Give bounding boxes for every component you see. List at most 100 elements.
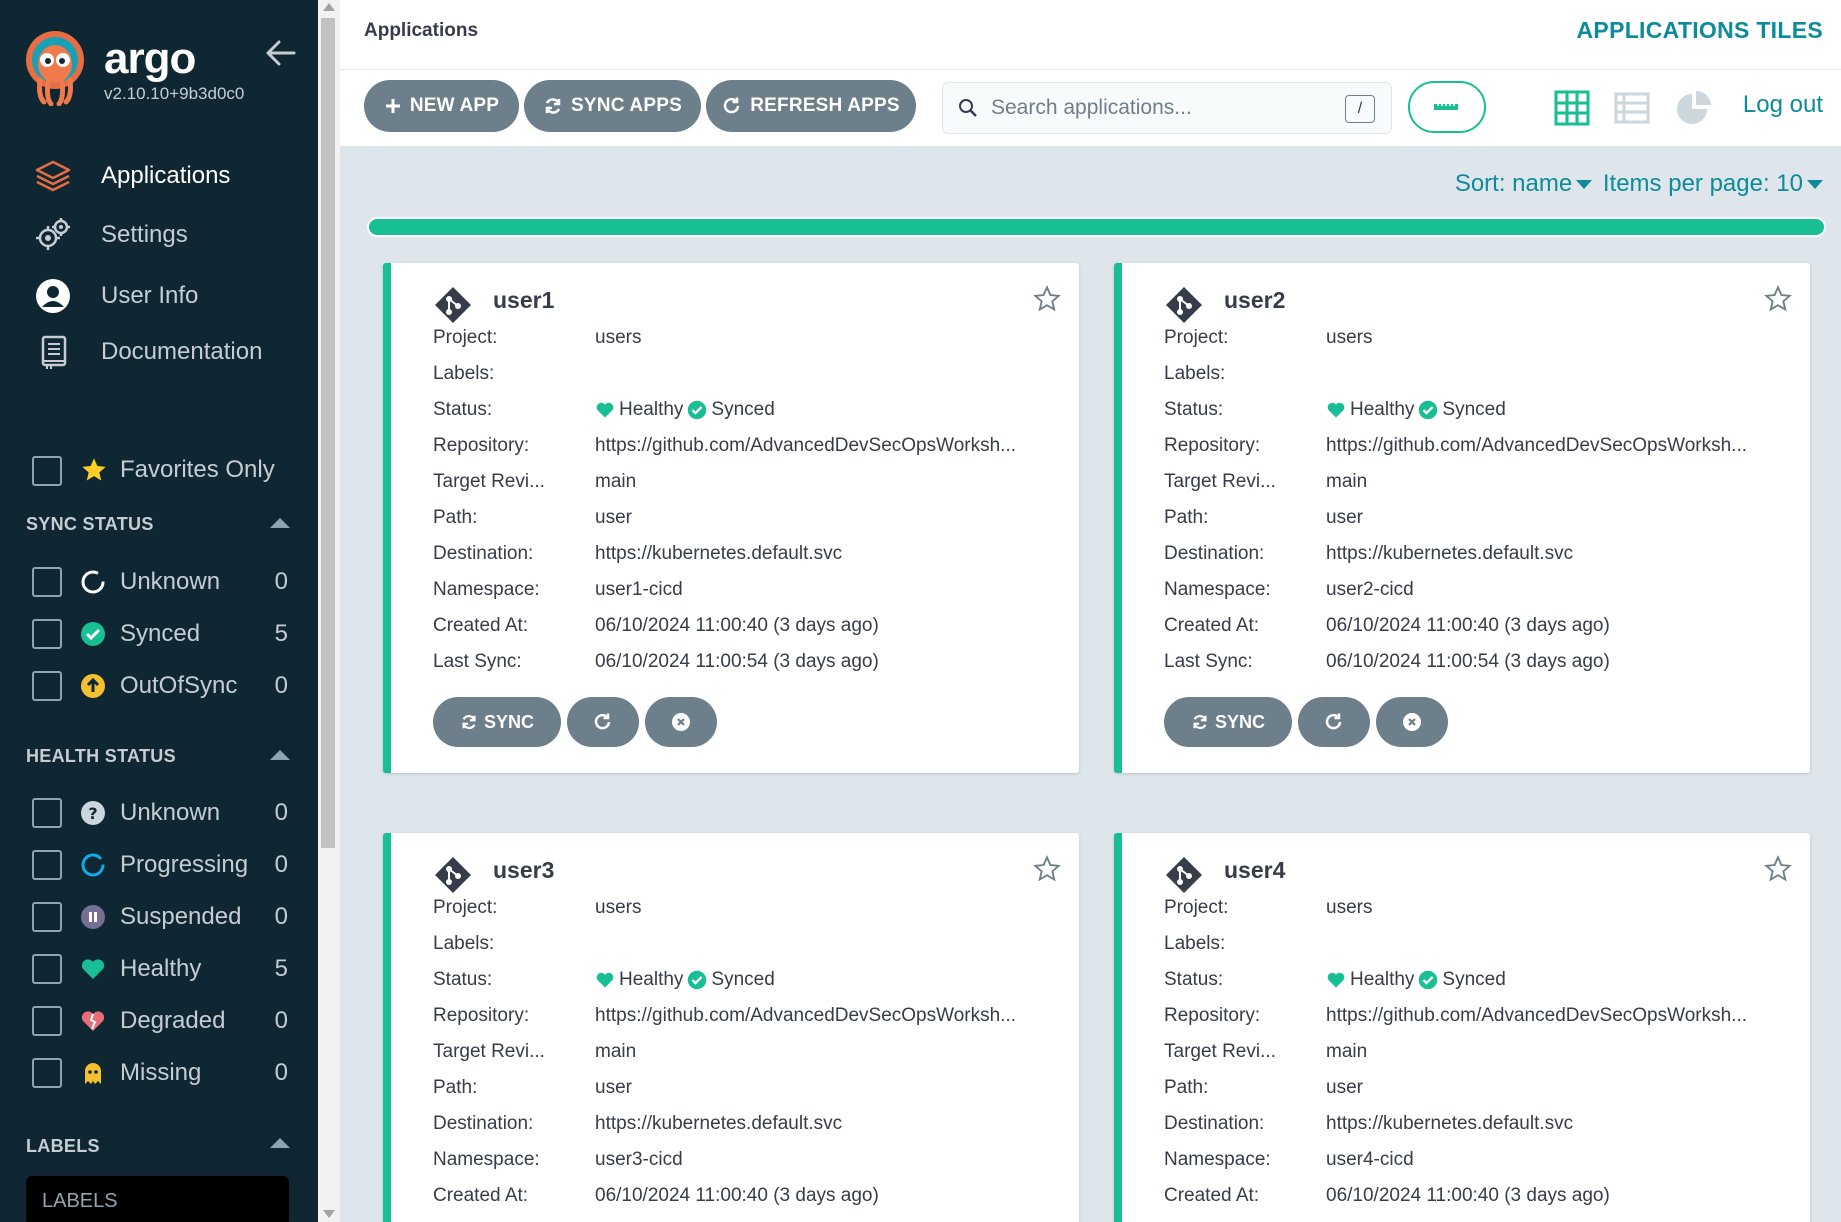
app-name[interactable]: user2 (1224, 287, 1285, 314)
app-card-user3[interactable]: user3 Project: users Labels: Status: Healthy S… (383, 833, 1079, 1222)
labels-filter-input[interactable]: LABELS (26, 1176, 289, 1222)
field-value: users (595, 897, 642, 918)
filter-checkbox[interactable] (32, 1058, 62, 1088)
favorites-only-filter[interactable]: Favorites Only (32, 454, 302, 486)
refresh-button[interactable] (1298, 697, 1370, 747)
filter-checkbox[interactable] (32, 619, 62, 649)
app-card-user1[interactable]: user1 Project: users Labels: Status: Healthy S… (383, 263, 1079, 773)
field-value: user3-cicd (595, 1149, 683, 1170)
scrollbar-thumb[interactable] (321, 18, 335, 848)
check-circle-icon (81, 622, 105, 646)
health-status-title: HEALTH STATUS (26, 746, 176, 766)
filter-checkbox[interactable] (32, 798, 62, 828)
filter-count: 0 (274, 903, 288, 930)
refresh-icon (724, 97, 740, 114)
new-app-button[interactable]: NEW APP (364, 80, 519, 132)
sync-status-text: Synced (711, 399, 775, 420)
sync-apps-label: SYNC APPS (571, 95, 682, 116)
search-applications[interactable]: Search applications... / (942, 82, 1392, 134)
filter-checkbox[interactable] (32, 850, 62, 880)
filter-checkbox[interactable] (32, 954, 62, 984)
search-input[interactable]: Search applications... (991, 96, 1192, 120)
field-value: main (1326, 1041, 1368, 1062)
chevron-down-icon (1576, 180, 1593, 190)
nav-documentation[interactable]: Documentation (0, 324, 318, 380)
scroll-down-arrow-icon[interactable] (323, 1210, 335, 1218)
list-view-icon[interactable] (1612, 88, 1652, 128)
field-label: Project: (1164, 327, 1229, 348)
field-label: Path: (1164, 507, 1209, 528)
filter-checkbox[interactable] (32, 671, 62, 701)
favorites-checkbox[interactable] (32, 456, 62, 486)
filter-sync-outofsync[interactable]: OutOfSync 0 (32, 669, 288, 703)
labels-collapse-icon[interactable] (270, 1138, 290, 1148)
refresh-apps-button[interactable]: REFRESH APPS (706, 80, 916, 132)
refresh-button[interactable] (567, 697, 639, 747)
sync-apps-button[interactable]: SYNC APPS (524, 80, 701, 132)
filter-health-healthy[interactable]: Healthy 5 (32, 952, 288, 986)
favorite-star-icon[interactable] (1764, 855, 1792, 883)
field-value: main (1326, 471, 1368, 492)
argo-octopus-logo-icon[interactable] (24, 30, 86, 106)
tiles-view-icon[interactable] (1552, 88, 1592, 128)
filter-health-degraded[interactable]: Degraded 0 (32, 1004, 288, 1038)
sync-status-title: SYNC STATUS (26, 514, 154, 534)
scroll-up-arrow-icon[interactable] (323, 3, 335, 11)
filter-checkbox[interactable] (32, 1006, 62, 1036)
favorite-star-icon[interactable] (1033, 285, 1061, 313)
field-value: 06/10/2024 11:00:40 (3 days ago) (595, 615, 879, 636)
refresh-icon (594, 713, 611, 730)
nav-user-info[interactable]: User Info (0, 268, 318, 324)
delete-button[interactable] (1376, 697, 1448, 747)
field-label: Status: (433, 399, 493, 420)
field-label: Created At: (1164, 1185, 1260, 1206)
favorite-star-icon[interactable] (1033, 855, 1061, 883)
field-label: Created At: (433, 615, 529, 636)
items-per-page-dropdown[interactable]: Items per page: 10 (1603, 170, 1827, 197)
app-card-user2[interactable]: user2 Project: users Labels: Status: Healthy S… (1114, 263, 1810, 773)
app-card-user4[interactable]: user4 Project: users Labels: Status: Healthy S… (1114, 833, 1810, 1222)
filter-checkbox[interactable] (32, 902, 62, 932)
app-name[interactable]: user3 (493, 857, 554, 884)
filter-health-missing[interactable]: Missing 0 (32, 1056, 288, 1090)
field-value: https://kubernetes.default.svc (595, 543, 843, 564)
plus-icon (385, 99, 400, 113)
summary-pie-view-icon[interactable] (1674, 88, 1714, 128)
sync-button[interactable]: SYNC (1164, 697, 1292, 747)
filter-health-progressing[interactable]: Progressing 0 (32, 848, 288, 882)
nav-label: User Info (101, 282, 199, 309)
sync-status-collapse-icon[interactable] (270, 518, 290, 528)
filter-sync-synced[interactable]: Synced 5 (32, 617, 288, 651)
nav-applications[interactable]: Applications (0, 148, 318, 204)
new-app-label: NEW APP (409, 95, 500, 116)
filter-bar-icon (1434, 102, 1458, 110)
check-circle-icon (688, 400, 707, 420)
sync-button[interactable]: SYNC (433, 697, 561, 747)
filter-health-suspended[interactable]: Suspended 0 (32, 900, 288, 934)
app-name[interactable]: user4 (1224, 857, 1285, 884)
field-value: 06/10/2024 11:00:40 (3 days ago) (1326, 615, 1610, 636)
git-icon (1166, 287, 1202, 323)
field-value: user (595, 1077, 632, 1098)
field-label: Repository: (1164, 1005, 1261, 1026)
filters-toggle-button[interactable] (1408, 81, 1486, 133)
filter-label: Missing (120, 1059, 202, 1086)
health-status-collapse-icon[interactable] (270, 750, 290, 760)
filter-sync-unknown[interactable]: Unknown 0 (32, 565, 288, 599)
delete-button[interactable] (645, 697, 717, 747)
logout-link[interactable]: Log out (1743, 91, 1823, 119)
collapse-sidebar-arrow-icon[interactable] (264, 38, 298, 68)
sidebar-scrollbar[interactable] (318, 0, 340, 1222)
git-icon (435, 287, 471, 323)
sort-dropdown[interactable]: Sort: name (1455, 170, 1596, 197)
filter-checkbox[interactable] (32, 567, 62, 597)
field-value: user (1326, 1077, 1363, 1098)
field-label: Namespace: (433, 579, 540, 600)
favorite-star-icon[interactable] (1764, 285, 1792, 313)
filter-label: Unknown (120, 799, 221, 826)
app-name[interactable]: user1 (493, 287, 554, 314)
nav-settings[interactable]: Settings (0, 207, 318, 263)
field-value: user4-cicd (1326, 1149, 1414, 1170)
filter-health-unknown[interactable]: ? Unknown 0 (32, 796, 288, 830)
breadcrumb[interactable]: Applications (364, 20, 478, 42)
